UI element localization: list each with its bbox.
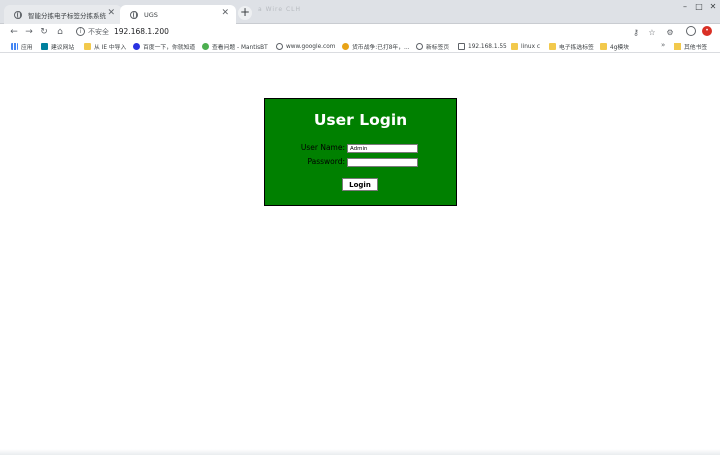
info-icon[interactable]: i (76, 27, 85, 36)
bookmark-linux-c[interactable]: linux c (511, 41, 540, 52)
reload-icon[interactable]: ↻ (38, 26, 50, 38)
globe-icon (14, 10, 22, 19)
close-icon[interactable]: ✕ (107, 8, 115, 18)
bookmark-4g[interactable]: 4g模块 (600, 41, 629, 52)
folder-icon (84, 43, 91, 50)
username-input[interactable] (347, 144, 418, 153)
url-text[interactable]: 192.168.1.200 (114, 27, 169, 36)
address-toolbar: ← → ↻ ⌂ i 不安全 192.168.1.200 (0, 24, 720, 40)
tab-label: UGS (144, 10, 158, 19)
password-label: Password: (307, 157, 345, 166)
username-label: User Name: (300, 143, 345, 152)
bookmark-mantis[interactable]: 查看问题 - MantisBT (202, 41, 268, 52)
bookmark-label: 货币战争:已打8年，... (352, 45, 410, 51)
chart-icon (458, 43, 465, 50)
mantis-icon (202, 43, 209, 50)
bookmarks-more-button[interactable]: » (661, 41, 665, 49)
bookmark-label: 查看问题 - MantisBT (212, 45, 268, 51)
bookmark-label: 新标签页 (426, 45, 450, 51)
password-input[interactable] (347, 158, 418, 167)
maximize-icon[interactable]: □ (692, 0, 706, 14)
bookmark-suggested[interactable]: 建议网站 (41, 41, 74, 52)
back-arrow-icon[interactable]: ← (8, 26, 20, 38)
tab-label: 智能分拣电子标签分拣系统 (28, 11, 106, 20)
ghost-tab-text: a Wire CLH (258, 6, 302, 13)
tab-sorting-system[interactable]: 智能分拣电子标签分拣系统 ✕ (4, 5, 122, 24)
folder-icon (511, 43, 518, 50)
bookmark-label: 应用 (21, 45, 33, 51)
login-panel: User Login User Name: Password: Login (264, 98, 457, 206)
home-icon[interactable]: ⌂ (54, 26, 66, 38)
avatar-icon[interactable] (686, 26, 696, 36)
close-window-icon[interactable]: ✕ (706, 0, 720, 14)
star-icon[interactable]: ☆ (646, 27, 658, 38)
bookmark-label: 其他书签 (684, 45, 708, 51)
page-content: User Login User Name: Password: Login (0, 54, 720, 455)
bookmark-label: 4g模块 (610, 45, 629, 51)
bookmark-e-label[interactable]: 电子拣选标签 (549, 41, 594, 52)
baidu-icon (133, 43, 140, 50)
apps-grid-icon (11, 43, 18, 50)
login-button[interactable]: Login (342, 178, 378, 191)
bookmark-label: 从 IE 中导入 (94, 45, 127, 51)
folder-icon (600, 43, 607, 50)
red-extension-icon[interactable]: • (702, 26, 712, 36)
bookmarks-bar: 应用 建议网站 从 IE 中导入 百度一下，你就知道 查看问题 - Mantis… (0, 40, 720, 53)
tab-ugs[interactable]: UGS ✕ (120, 5, 236, 24)
login-title: User Login (313, 111, 408, 129)
bookmark-label: 192.168.1.55 (468, 43, 507, 50)
bookmark-ie-import[interactable]: 从 IE 中导入 (84, 41, 126, 52)
bookmark-label: 电子拣选标签 (559, 45, 594, 51)
bookmark-currency-war[interactable]: 货币战争:已打8年，... (342, 41, 410, 52)
security-label: 不安全 (88, 28, 109, 36)
tab-strip: 智能分拣电子标签分拣系统 ✕ UGS ✕ + a Wire CLH – □ ✕ (0, 0, 720, 24)
bookmark-label: 百度一下，你就知道 (143, 45, 196, 51)
bing-icon (41, 43, 48, 50)
folder-icon (674, 43, 681, 50)
globe-icon (276, 43, 283, 50)
coin-icon (342, 43, 349, 50)
browser-window: 智能分拣电子标签分拣系统 ✕ UGS ✕ + a Wire CLH – □ ✕ … (0, 0, 720, 455)
omnibox[interactable]: i 不安全 192.168.1.200 (70, 25, 670, 39)
window-controls: – □ ✕ (678, 0, 720, 14)
bookmark-baidu[interactable]: 百度一下，你就知道 (133, 41, 195, 52)
extension-icon[interactable]: ⚙ (664, 27, 676, 38)
globe-icon (130, 10, 138, 19)
bookmark-apps[interactable]: 应用 (11, 41, 33, 52)
bookmark-label: www.google.com (286, 43, 336, 50)
bookmark-192-168-1-55[interactable]: 192.168.1.55 (458, 41, 507, 52)
bookmark-other[interactable]: 其他书签 (674, 41, 707, 52)
new-tab-button[interactable]: + (238, 6, 252, 20)
forward-arrow-icon[interactable]: → (23, 26, 35, 38)
bookmark-google[interactable]: www.google.com (276, 41, 335, 52)
bookmark-label: 建议网站 (51, 45, 75, 51)
bookmark-new-tab[interactable]: 新标签页 (416, 41, 449, 52)
globe-icon (416, 43, 423, 50)
key-icon[interactable]: ⚷ (630, 27, 642, 38)
minimize-icon[interactable]: – (678, 0, 692, 14)
bottom-edge (0, 449, 720, 455)
close-icon[interactable]: ✕ (221, 8, 229, 18)
folder-icon (549, 43, 556, 50)
bookmark-label: linux c (521, 43, 541, 50)
